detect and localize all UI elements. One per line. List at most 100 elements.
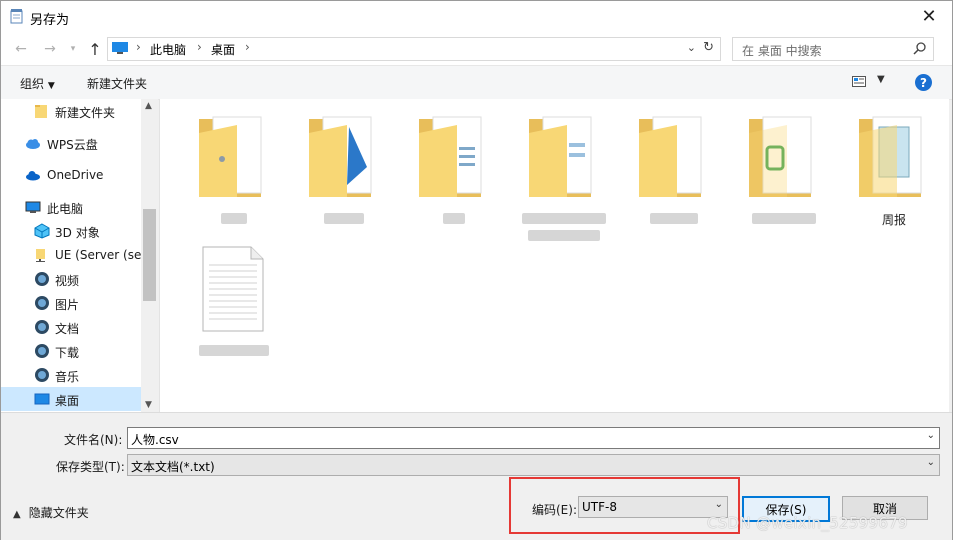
folder-icon [639,116,702,197]
nav-item-this-pc[interactable]: 此电脑 [1,195,141,219]
breadcrumb-this-pc[interactable]: 此电脑 [150,41,186,58]
folder-item[interactable]: 周报 [849,107,939,227]
refresh-icon[interactable]: ↻ [703,40,714,55]
nav-item-desktop[interactable]: 桌面 [1,387,141,411]
file-name: 周报 [881,213,906,227]
nav-item-3d-objects[interactable]: 3D 对象 [1,219,141,243]
navigation-pane: 新建文件夹 WPS云盘 OneDrive 此电脑 3D 对象 UE (Serve… [1,99,141,412]
address-history-dropdown[interactable]: ⌄ [687,41,696,54]
file-label: 周报 [849,211,939,228]
computer-icon [25,201,41,213]
address-bar[interactable]: › 此电脑 › 桌面 › ⌄ ↻ [107,37,721,61]
new-folder-button[interactable]: 新建文件夹 [87,75,147,92]
folder-icon [529,116,592,197]
arrow-right-icon: → [44,41,56,57]
filetype-select[interactable]: 文本文档(*.txt) ⌄ [127,454,940,476]
close-icon: ✕ [921,5,937,27]
change-view-icon[interactable] [852,76,866,87]
folder-item[interactable] [409,107,499,227]
nav-item-wps-cloud[interactable]: WPS云盘 [1,131,141,155]
organize-menu[interactable]: 组织 ▼ [20,75,55,92]
folder-icon [309,116,372,197]
address-row: ← → ▾ ↑ › 此电脑 › 桌面 › ⌄ ↻ 在 桌面 中搜索 [1,32,952,65]
nav-item-network-drive[interactable]: UE (Server (ser [1,243,141,267]
folder-item[interactable] [519,107,609,241]
command-bar: 组织 ▼ 新建文件夹 ▼ ? [1,65,952,100]
chevron-down-icon: ⌄ [714,499,723,510]
back-button[interactable]: ← [13,41,29,57]
chevron-down-icon: ▾ [70,44,76,54]
chevron-down-icon[interactable]: ⌄ [927,430,935,441]
folder-icon [199,116,262,197]
music-icon [35,368,49,382]
up-button[interactable]: ↑ [87,39,103,59]
forward-button[interactable]: → [42,41,58,57]
file-label [629,211,719,225]
search-icon [913,42,926,55]
nav-label: 下载 [55,346,80,360]
nav-label: 文档 [55,322,80,336]
nav-item-onedrive[interactable]: OneDrive [1,163,141,187]
folder-icon [35,105,47,118]
file-label [507,211,621,241]
file-label [739,211,829,225]
folder-item[interactable] [189,107,279,227]
nav-item-new-folder[interactable]: 新建文件夹 [1,99,141,123]
breadcrumb-desktop[interactable]: 桌面 [211,41,235,58]
file-label [299,211,389,225]
folder-item[interactable] [629,107,719,227]
redacted-text [528,230,600,241]
desktop-icon [34,393,50,405]
view-options-dropdown[interactable]: ▼ [877,74,885,85]
arrow-left-icon: ← [15,41,27,57]
search-box[interactable]: 在 桌面 中搜索 [732,37,934,61]
nav-label: 3D 对象 [55,226,100,240]
encoding-select[interactable]: UTF-8 ⌄ [578,496,728,518]
nav-label: OneDrive [47,168,104,182]
redacted-text [650,213,698,224]
window-title: 另存为 [30,13,70,28]
redacted-text [522,213,606,224]
scrollbar-thumb[interactable] [143,209,156,301]
close-button[interactable]: ✕ [906,1,952,32]
redacted-text [443,213,465,224]
chevron-up-icon: ▲ [13,509,21,520]
nav-item-videos[interactable]: 视频 [1,267,141,291]
video-icon [35,272,49,286]
watermark: CSDN @weixin_52599679 [707,514,908,532]
nav-item-pictures[interactable]: 图片 [1,291,141,315]
encoding-value: UTF-8 [582,500,617,514]
folder-icon [419,116,482,197]
computer-icon [112,42,128,54]
nav-label: WPS云盘 [47,138,98,152]
save-as-dialog: 另存为 ✕ ← → ▾ ↑ › 此电脑 › 桌面 › ⌄ ↻ 在 桌面 中搜索 … [0,0,953,540]
navigation-scrollbar[interactable]: ▲ ▼ [141,99,158,412]
cloud-icon [26,139,40,149]
help-icon[interactable]: ? [915,74,932,91]
title-bar: 另存为 ✕ [1,1,952,32]
scroll-down-arrow-icon[interactable]: ▼ [145,400,152,410]
nav-label: 图片 [55,298,80,312]
file-label [189,343,279,357]
folder-icon [859,116,922,197]
nav-item-documents[interactable]: 文档 [1,315,141,339]
download-icon [35,344,49,358]
nav-item-downloads[interactable]: 下载 [1,339,141,363]
nav-label: 桌面 [55,394,80,408]
text-file-item[interactable] [189,239,279,359]
breadcrumb-separator: › [136,40,141,54]
filename-value: 人物.csv [131,433,179,447]
recent-locations-button[interactable]: ▾ [65,41,81,57]
scroll-up-arrow-icon[interactable]: ▲ [145,101,152,111]
nav-item-music[interactable]: 音乐 [1,363,141,387]
breadcrumb-separator: › [197,40,202,54]
hide-folders-toggle[interactable]: ▲ 隐藏文件夹 [13,504,89,521]
filename-input[interactable]: 人物.csv ⌄ [127,427,940,449]
folder-item[interactable] [739,107,829,227]
search-placeholder: 在 桌面 中搜索 [742,44,822,58]
filetype-value: 文本文档(*.txt) [131,460,215,474]
arrow-up-icon: ↑ [88,39,102,59]
organize-label: 组织 [20,77,45,91]
folder-item[interactable] [299,107,389,227]
redacted-text [221,213,247,224]
